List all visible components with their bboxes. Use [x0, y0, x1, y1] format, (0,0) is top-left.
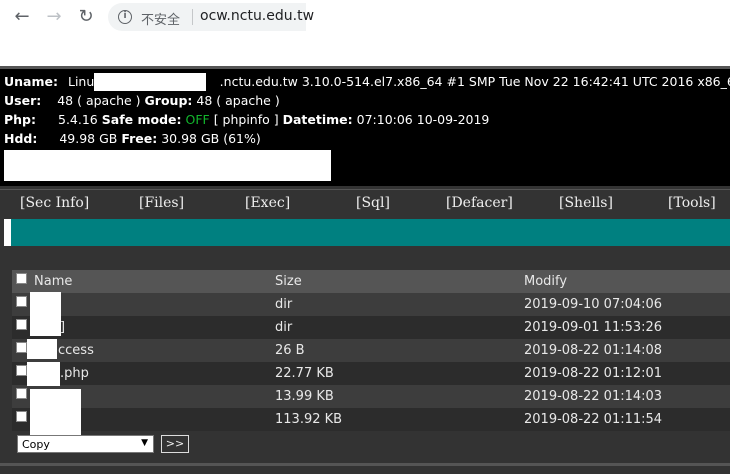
header-name[interactable]: Name: [34, 274, 72, 289]
file-size: dir: [275, 320, 293, 335]
row-checkbox[interactable]: [16, 388, 27, 399]
file-modified: 2019-09-01 11:53:26: [524, 320, 663, 335]
select-all-checkbox[interactable]: [16, 273, 27, 284]
redaction-box: [4, 150, 331, 181]
datetime-value: 07:10:06 10-09-2019: [356, 112, 490, 127]
table-header: Name Size Modify: [12, 270, 730, 293]
redaction-box: [27, 362, 60, 386]
header-size[interactable]: Size: [275, 274, 302, 289]
file-size: dir: [275, 297, 293, 312]
file-size: 13.99 KB: [275, 389, 334, 404]
uname-rest: .nctu.edu.tw 3.10.0-514.el7.x86_64 #1 SM…: [219, 74, 730, 89]
free-label: Free:: [121, 131, 158, 146]
datetime-label: Datetime:: [282, 112, 353, 127]
phpinfo-link[interactable]: [ phpinfo ]: [214, 112, 279, 127]
omnibox-separator: [192, 9, 193, 25]
menu-sec-info[interactable]: [Sec Info]: [20, 195, 89, 211]
free-value: 30.98 GB (61%): [161, 131, 261, 146]
row-checkbox[interactable]: [16, 365, 27, 376]
action-select-value: Copy: [22, 438, 50, 451]
hdd-line: Hdd: 49.98 GB Free: 30.98 GB (61%): [4, 131, 261, 146]
back-arrow-icon[interactable]: ←: [10, 6, 34, 28]
browser-toolbar: ← → ↻ i 不安全 ocw.nctu.edu.tw: [0, 0, 730, 36]
file-modified: 2019-08-22 01:14:08: [524, 343, 663, 358]
url-text[interactable]: ocw.nctu.edu.tw: [200, 8, 314, 24]
php-version: 5.4.16: [58, 112, 98, 127]
dropdown-arrow-icon: ▼: [141, 438, 148, 448]
uname-label: Uname:: [4, 74, 58, 89]
insecure-label: 不安全: [141, 13, 181, 28]
menu-shells[interactable]: [Shells]: [559, 195, 613, 211]
file-modified: 2019-08-22 01:11:54: [524, 412, 663, 427]
table-row: 13.99 KB 2019-08-22 01:14:03: [12, 385, 730, 408]
row-checkbox[interactable]: [16, 319, 27, 330]
table-row: ccess 26 B 2019-08-22 01:14:08: [12, 339, 730, 362]
safe-mode-value: OFF: [185, 112, 210, 127]
row-checkbox[interactable]: [16, 342, 27, 353]
menu-files[interactable]: [Files]: [139, 195, 184, 211]
server-info: Uname: Linux .nctu.edu.tw 3.10.0-514.el7.…: [0, 66, 730, 186]
file-size: 22.77 KB: [275, 366, 334, 381]
file-modified: 2019-08-22 01:12:01: [524, 366, 663, 381]
info-icon[interactable]: i: [118, 10, 132, 24]
redaction-box: [30, 292, 61, 336]
menu-exec[interactable]: [Exec]: [245, 195, 290, 211]
divider: [0, 463, 730, 466]
user-label: User:: [4, 93, 42, 108]
file-size: 113.92 KB: [275, 412, 343, 427]
redaction-box: [30, 389, 81, 435]
file-name[interactable]: .php: [60, 366, 89, 381]
user-line: User: 48 ( apache ) Group: 48 ( apache ): [4, 93, 280, 108]
file-size: 26 B: [275, 343, 305, 358]
safe-mode-label: Safe mode:: [101, 112, 182, 127]
file-modified: 2019-09-10 07:04:06: [524, 297, 663, 312]
menu-sql[interactable]: [Sql]: [356, 195, 390, 211]
file-name[interactable]: ccess: [58, 343, 94, 358]
table-row: ] dir 2019-09-01 11:53:26: [12, 316, 730, 339]
address-bar[interactable]: i 不安全 ocw.nctu.edu.tw: [108, 3, 314, 31]
hdd-value: 49.98 GB: [59, 131, 118, 146]
table-row: 113.92 KB 2019-08-22 01:11:54: [12, 408, 730, 431]
file-modified: 2019-08-22 01:14:03: [524, 389, 663, 404]
table-row: .php 22.77 KB 2019-08-22 01:12:01: [12, 362, 730, 385]
user-value: 48 ( apache ): [57, 93, 141, 108]
redaction-box: [94, 73, 206, 91]
reload-icon[interactable]: ↻: [74, 6, 98, 28]
forward-arrow-icon[interactable]: →: [42, 6, 66, 28]
group-value: 48 ( apache ): [196, 93, 280, 108]
group-label: Group:: [144, 93, 193, 108]
shell-menu: [Sec Info] [Files] [Exec] [Sql] [Defacer…: [0, 189, 730, 217]
row-checkbox[interactable]: [16, 411, 27, 422]
header-modify[interactable]: Modify: [524, 274, 567, 289]
redaction-box: [27, 339, 57, 359]
menu-defacer[interactable]: [Defacer]: [446, 195, 513, 211]
table-row: dir 2019-09-10 07:04:06: [12, 293, 730, 316]
php-line: Php: 5.4.16 Safe mode: OFF [ phpinfo ] D…: [4, 112, 489, 127]
action-select[interactable]: Copy ▼: [17, 435, 154, 453]
php-label: Php:: [4, 112, 37, 127]
path-bar: [4, 219, 730, 246]
menu-tools[interactable]: [Tools]: [668, 195, 716, 211]
row-checkbox[interactable]: [16, 296, 27, 307]
hdd-label: Hdd:: [4, 131, 38, 146]
go-button[interactable]: >>: [161, 435, 189, 453]
